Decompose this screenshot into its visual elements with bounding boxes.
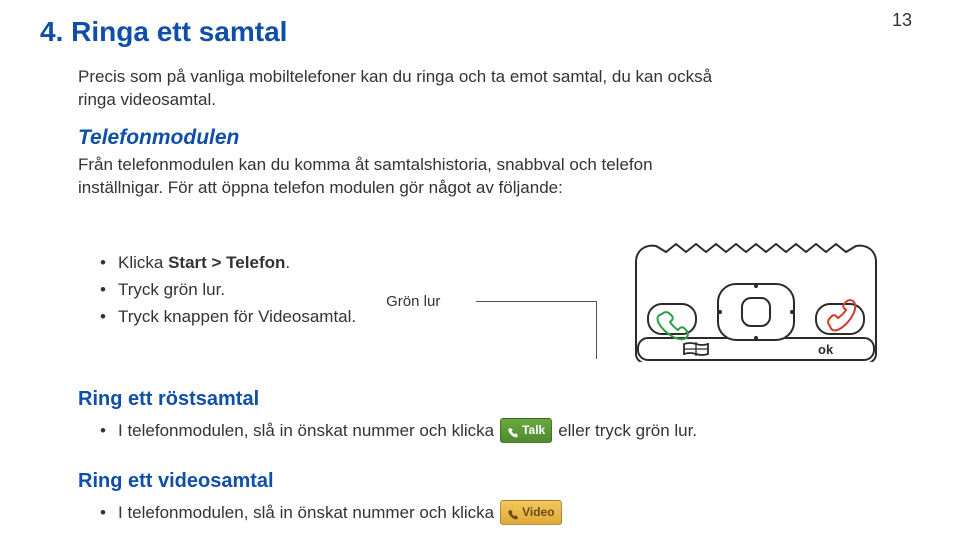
page-number: 13 (892, 10, 912, 31)
bullet-list-videosamtal: I telefonmodulen, slå in önskat nummer o… (100, 499, 920, 526)
talk-button-label: Talk (522, 421, 545, 440)
gron-lur-label: Grön lur (386, 293, 440, 310)
bullet-item-1: Klicka Start > Telefon. (100, 249, 356, 276)
bullet-list-rostsamtal: I telefonmodulen, slå in önskat nummer o… (100, 417, 920, 444)
bullet1-suffix: . (285, 253, 290, 272)
subheading-telefonmodulen: Telefonmodulen (78, 126, 920, 150)
intro-paragraph: Precis som på vanliga mobiltelefoner kan… (78, 66, 718, 112)
subheading-rostsamtal: Ring ett röstsamtal (78, 388, 920, 411)
subheading-videosamtal: Ring ett videosamtal (78, 470, 920, 493)
rostsamtal-bullet-suffix: eller tryck grön lur. (558, 417, 697, 444)
handset-icon (507, 425, 518, 436)
telefonmodulen-body: Från telefonmodulen kan du komma åt samt… (78, 154, 718, 200)
section-heading: Ringa ett samtal (71, 16, 287, 47)
leader-line (476, 301, 596, 302)
phone-keypad-illustration: ok (626, 232, 886, 362)
video-button-image: Video (500, 500, 561, 525)
bullet-item-3: Tryck knappen för Videosamtal. (100, 303, 356, 330)
section-title: 4. Ringa ett samtal (40, 16, 920, 48)
rostsamtal-bullet-prefix: I telefonmodulen, slå in önskat nummer o… (118, 417, 494, 444)
videosamtal-bullet-prefix: I telefonmodulen, slå in önskat nummer o… (118, 499, 494, 526)
bullets-and-illustration-row: Klicka Start > Telefon. Tryck grön lur. … (40, 212, 920, 362)
video-button-label: Video (522, 503, 554, 522)
ok-label: ok (818, 342, 834, 357)
bullet-item-2: Tryck grön lur. (100, 276, 356, 303)
section-number: 4. (40, 16, 63, 47)
bullet-list-1: Klicka Start > Telefon. Tryck grön lur. … (100, 249, 356, 331)
video-handset-icon (507, 507, 518, 518)
bullet1-prefix: Klicka (118, 253, 168, 272)
rostsamtal-bullet: I telefonmodulen, slå in önskat nummer o… (100, 417, 920, 444)
document-page: 13 4. Ringa ett samtal Precis som på van… (0, 0, 960, 546)
bullet1-bold: Start > Telefon (168, 253, 285, 272)
videosamtal-bullet: I telefonmodulen, slå in önskat nummer o… (100, 499, 920, 526)
talk-button-image: Talk (500, 418, 552, 443)
